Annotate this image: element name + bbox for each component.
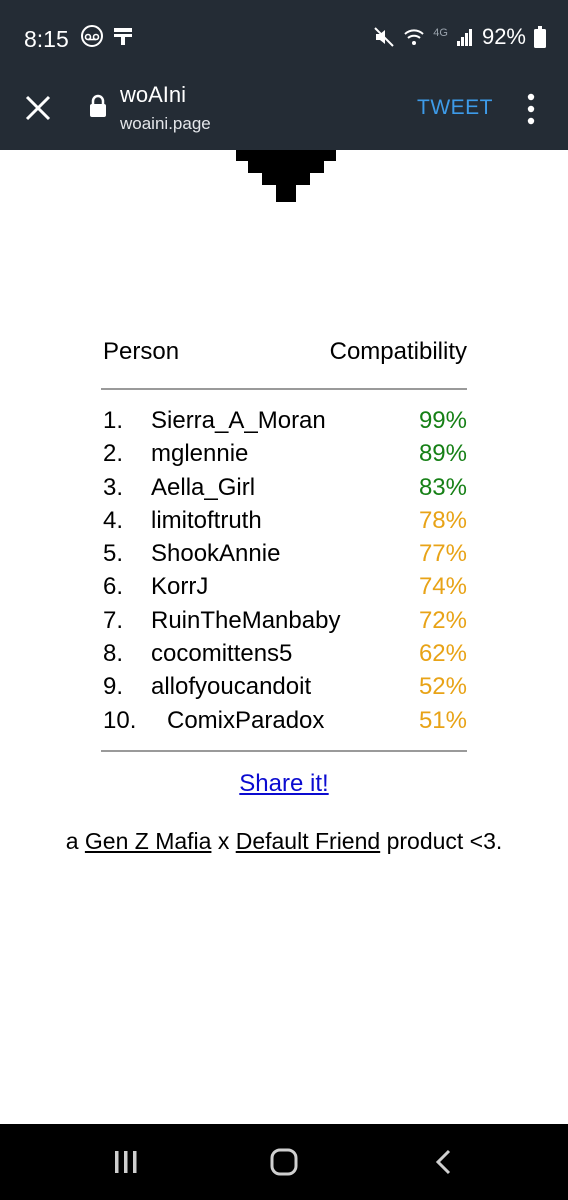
row-rank: 9.: [103, 673, 124, 701]
status-bar: 8:15 4G 92%: [0, 0, 568, 72]
status-right-icons: 4G 92%: [373, 24, 546, 50]
table-header: Person Compatibility: [101, 330, 467, 374]
signal-icon: [456, 29, 472, 46]
row-name: KorrJ: [151, 573, 209, 601]
row-percent: 77%: [418, 540, 467, 568]
table-row: 10. ComixParadox 51%: [101, 705, 467, 738]
browser-app-bar: woAIni woaini.page TWEET: [0, 72, 568, 150]
android-nav-bar: [0, 1124, 568, 1200]
row-name: limitoftruth: [151, 506, 262, 534]
voicemail-icon: [81, 25, 103, 47]
table-row: 9. allofyoucandoit 52%: [101, 671, 467, 704]
table-row: 2. mglennie 89%: [101, 438, 467, 471]
table-divider-bottom: [101, 750, 467, 752]
default-friend-link[interactable]: Default Friend: [236, 828, 380, 854]
header-compatibility: Compatibility: [329, 338, 467, 365]
table-row: 6. KorrJ 74%: [101, 571, 467, 604]
gen-z-mafia-link[interactable]: Gen Z Mafia: [85, 828, 212, 854]
wifi-icon: [404, 29, 424, 45]
site-title: woAIni: [120, 82, 187, 107]
table-row: 1. Sierra_A_Moran 99%: [101, 405, 467, 438]
status-notification-icons: [80, 24, 134, 48]
row-percent: 78%: [418, 506, 467, 534]
row-name: RuinTheManbaby: [151, 606, 341, 634]
battery-percent: 92%: [481, 24, 526, 49]
row-name: cocomittens5: [151, 640, 293, 668]
table-rows: 1. Sierra_A_Moran 99% 2. mglennie 89% 3. Aell…: [101, 405, 467, 738]
app-notification-icon: [114, 28, 132, 45]
row-name: allofyoucandoit: [151, 673, 312, 701]
home-icon[interactable]: [269, 1148, 299, 1176]
row-percent: 62%: [418, 640, 467, 668]
row-percent: 89%: [418, 440, 467, 468]
row-rank: 3.: [103, 473, 124, 501]
site-url: woaini.page: [120, 114, 211, 133]
table-row: 4. limitoftruth 78%: [101, 505, 467, 538]
footer-post: product <3.: [380, 828, 503, 854]
row-name: mglennie: [151, 440, 249, 468]
row-name: ComixParadox: [167, 706, 325, 734]
lock-icon: [90, 94, 106, 117]
share-link[interactable]: Share it!: [239, 770, 328, 797]
table-row: 5. ShookAnnie 77%: [101, 538, 467, 571]
footer-mid: x: [211, 828, 236, 854]
row-rank: 10.: [103, 706, 137, 734]
row-rank: 8.: [103, 640, 124, 668]
row-rank: 5.: [103, 540, 124, 568]
mute-icon: [374, 27, 394, 47]
row-rank: 1.: [103, 407, 124, 434]
back-icon[interactable]: [432, 1148, 456, 1176]
table-row: 7. RuinTheManbaby 72%: [101, 605, 467, 638]
row-name: ShookAnnie: [151, 540, 281, 568]
footer-credit: a Gen Z Mafia x Default Friend product <…: [60, 826, 508, 856]
header-person: Person: [103, 338, 180, 365]
row-percent: 72%: [418, 606, 467, 634]
row-percent: 99%: [418, 407, 467, 434]
row-percent: 51%: [418, 706, 467, 734]
network-type: 4G: [433, 27, 448, 39]
row-rank: 2.: [103, 440, 124, 468]
row-rank: 6.: [103, 573, 124, 601]
row-rank: 4.: [103, 506, 124, 534]
table-row: 8. cocomittens5 62%: [101, 638, 467, 671]
close-icon[interactable]: [22, 92, 54, 124]
row-percent: 74%: [418, 573, 467, 601]
battery-icon: [534, 26, 546, 48]
share-link-wrap: Share it!: [0, 770, 568, 798]
recent-apps-icon[interactable]: [112, 1148, 140, 1176]
status-time: 8:15: [24, 26, 69, 52]
row-name: Sierra_A_Moran: [151, 407, 326, 434]
compatibility-table: Person Compatibility 1. Sierra_A_Moran 99%…: [101, 330, 467, 752]
row-percent: 83%: [418, 473, 467, 501]
pixel-heart-bottom-image: [236, 150, 336, 202]
table-divider-top: [101, 388, 467, 390]
footer-pre: a: [65, 828, 85, 854]
row-rank: 7.: [103, 606, 124, 634]
more-options-icon[interactable]: [524, 92, 538, 126]
row-name: Aella_Girl: [151, 473, 256, 501]
table-row: 3. Aella_Girl 83%: [101, 472, 467, 505]
tweet-button[interactable]: TWEET: [417, 96, 493, 120]
row-percent: 52%: [418, 673, 467, 701]
